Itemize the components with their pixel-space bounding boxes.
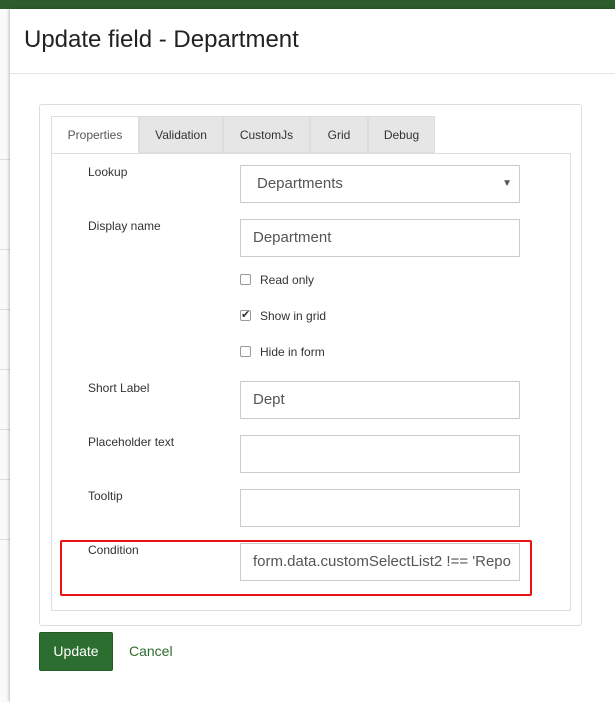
background-divider — [0, 249, 10, 250]
placeholder-text-label: Placeholder text — [88, 435, 175, 449]
tab-customjs[interactable]: CustomJs — [223, 116, 310, 153]
display-name-label: Display name — [88, 219, 161, 233]
hide-in-form-label: Hide in form — [260, 345, 325, 359]
condition-highlight-box — [60, 540, 532, 596]
tab-validation[interactable]: Validation — [139, 116, 223, 153]
background-divider — [0, 369, 10, 370]
update-button[interactable]: Update — [39, 632, 113, 671]
background-divider — [0, 159, 10, 160]
tab-properties[interactable]: Properties — [51, 116, 139, 154]
background-divider — [0, 429, 10, 430]
short-label-label: Short Label — [88, 381, 150, 395]
background-top-bar — [0, 0, 615, 9]
display-name-input[interactable]: Department — [240, 219, 520, 257]
modal-header: Update field - Department — [10, 9, 615, 74]
placeholder-text-input[interactable] — [240, 435, 520, 473]
tab-grid[interactable]: Grid — [310, 116, 368, 153]
update-field-modal: Update field - Department Properties Val… — [10, 9, 615, 702]
lookup-select[interactable]: Departments ▼ — [240, 165, 520, 203]
cancel-link[interactable]: Cancel — [129, 643, 173, 659]
tab-debug[interactable]: Debug — [368, 116, 435, 153]
show-in-grid-label: Show in grid — [260, 309, 327, 323]
lookup-label: Lookup — [88, 165, 128, 179]
tooltip-label: Tooltip — [88, 489, 123, 503]
checkmark-icon: ✔ — [241, 309, 251, 321]
tooltip-input[interactable] — [240, 489, 520, 527]
read-only-label: Read only — [260, 273, 315, 287]
show-in-grid-checkbox[interactable]: ✔ — [240, 309, 251, 321]
background-divider — [0, 479, 10, 480]
short-label-input[interactable]: Dept — [240, 381, 520, 419]
hide-in-form-checkbox[interactable] — [240, 346, 251, 357]
background-page — [0, 9, 10, 702]
dropdown-caret-icon: ▼ — [502, 178, 512, 189]
read-only-checkbox[interactable] — [240, 274, 251, 285]
background-divider — [0, 309, 10, 310]
lookup-select-value: Departments — [257, 175, 343, 192]
modal-title: Update field - Department — [24, 26, 299, 53]
background-divider — [0, 539, 10, 540]
